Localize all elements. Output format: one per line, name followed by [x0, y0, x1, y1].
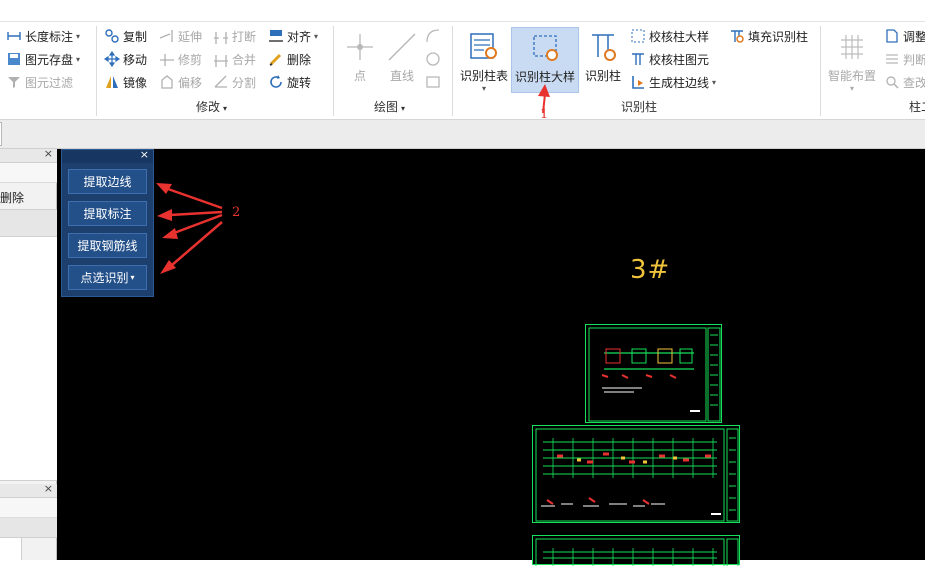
- step-number-1: 1: [540, 107, 549, 122]
- step-number-2: 2: [232, 205, 241, 220]
- annotation-overlay: [156, 84, 550, 274]
